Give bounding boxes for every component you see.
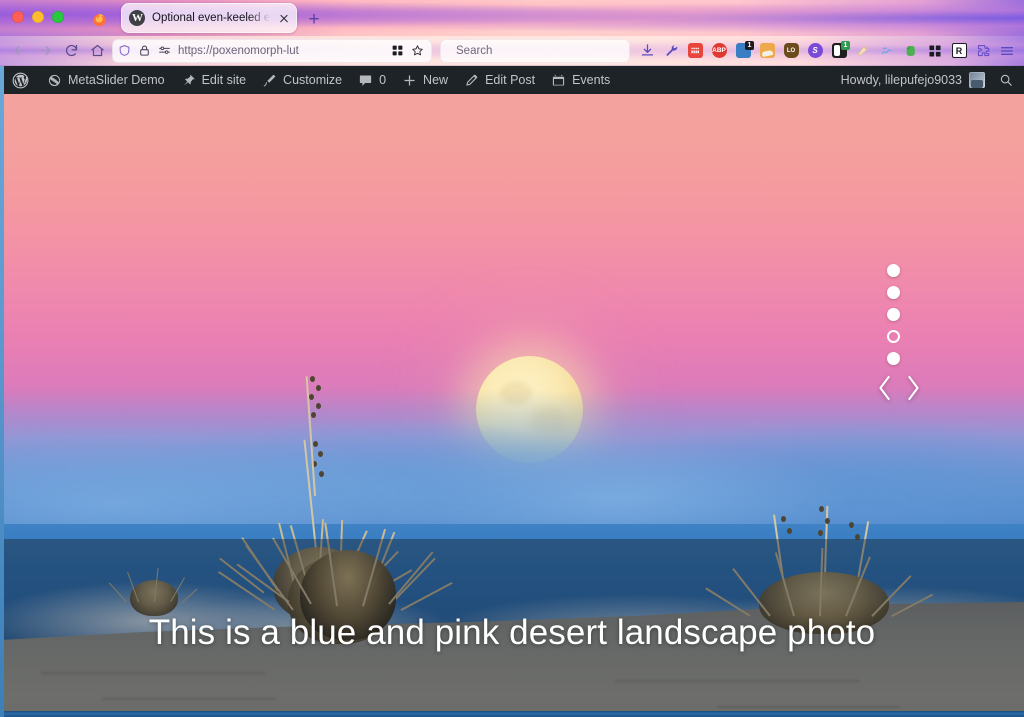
wordpress-admin-bar: MetaSlider Demo Edit site Customize	[0, 66, 1024, 94]
admin-bar-howdy[interactable]: Howdy, lilepufejo9033	[833, 72, 993, 88]
admin-bar-search-icon[interactable]	[993, 73, 1024, 87]
maximize-window-button[interactable]	[52, 11, 64, 23]
new-tab-button[interactable]: +	[303, 8, 325, 30]
skype-icon[interactable]: S	[804, 40, 826, 62]
back-icon[interactable]	[6, 39, 32, 63]
admin-bar-label: Edit site	[202, 73, 246, 87]
admin-bar-item-new[interactable]: New	[394, 66, 456, 94]
browser-window: W Optional even-keeled encoding +	[0, 0, 1024, 717]
page-left-rail	[0, 66, 4, 717]
slider-dot-3[interactable]	[887, 308, 900, 321]
lastpass-icon[interactable]: LO	[780, 40, 802, 62]
downloads-icon[interactable]	[636, 40, 658, 62]
site-icon	[47, 73, 62, 88]
extension-badge: 1	[841, 41, 850, 50]
close-tab-icon[interactable]	[277, 11, 291, 25]
slider-dot-2[interactable]	[887, 286, 900, 299]
comment-icon	[358, 73, 373, 88]
howdy-label: Howdy, lilepufejo9033	[841, 73, 962, 87]
minimize-window-button[interactable]	[32, 11, 44, 23]
admin-bar-item-customize[interactable]: Customize	[254, 66, 350, 94]
bookmark-star-icon[interactable]	[411, 44, 426, 57]
extensions-toolbar: ABP 1 LO S 1	[636, 40, 1018, 62]
admin-bar-left-group: MetaSlider Demo Edit site Customize	[39, 66, 618, 94]
firefox-logo-icon	[88, 8, 110, 30]
tab-strip: W Optional even-keeled encoding +	[0, 0, 1024, 36]
extension-badge: 1	[745, 41, 754, 50]
slider-dot-5[interactable]	[887, 352, 900, 365]
slider-arrows	[874, 372, 924, 409]
reload-icon[interactable]	[58, 39, 84, 63]
firefox-view-grid-icon[interactable]	[391, 44, 406, 57]
page-viewport: MetaSlider Demo Edit site Customize	[0, 66, 1024, 717]
admin-bar-item-events[interactable]: Events	[543, 66, 618, 94]
avatar	[969, 72, 985, 88]
next-slide-peek	[0, 711, 1024, 717]
shield-icon[interactable]	[118, 44, 133, 57]
tab-title: Optional even-keeled encoding	[152, 12, 270, 24]
admin-bar-label: MetaSlider Demo	[68, 73, 165, 87]
r-extension-icon[interactable]: R	[948, 40, 970, 62]
plus-icon	[402, 73, 417, 88]
admin-bar-item-edit-post[interactable]: Edit Post	[456, 66, 543, 94]
pin-icon	[181, 73, 196, 88]
slide-caption: This is a blue and pink desert landscape…	[0, 613, 1024, 653]
wordpress-logo-icon[interactable]	[4, 66, 39, 94]
metaslider-stage: This is a blue and pink desert landscape…	[0, 94, 1024, 717]
slider-dot-1[interactable]	[887, 264, 900, 277]
admin-bar-label: Edit Post	[485, 73, 535, 87]
reader-view-icon[interactable]	[158, 44, 173, 57]
calendar-icon	[551, 73, 566, 88]
orange-extension-icon[interactable]	[756, 40, 778, 62]
puzzle-piece-icon[interactable]	[972, 40, 994, 62]
prev-slide-icon[interactable]	[874, 372, 896, 409]
adblock-plus-icon[interactable]: ABP	[708, 40, 730, 62]
red-grid-extension-icon[interactable]	[684, 40, 706, 62]
admin-bar-label: Events	[572, 73, 610, 87]
window-controls	[12, 11, 64, 23]
admin-bar-item-site[interactable]: MetaSlider Demo	[39, 66, 173, 94]
url-text: https://poxenomorph-lut	[178, 45, 386, 57]
url-bar[interactable]: https://poxenomorph-lut	[112, 39, 432, 63]
slide-desert-landscape[interactable]: This is a blue and pink desert landscape…	[0, 94, 1024, 717]
close-window-button[interactable]	[12, 11, 24, 23]
squiggle-extension-icon[interactable]	[876, 40, 898, 62]
brush-icon	[262, 73, 277, 88]
pencil-icon	[464, 73, 479, 88]
cream-extension-icon[interactable]	[852, 40, 874, 62]
next-slide-icon[interactable]	[902, 372, 924, 409]
app-menu-icon[interactable]	[996, 40, 1018, 62]
navigation-toolbar: https://poxenomorph-lut Search	[0, 36, 1024, 66]
slider-pagination-dots	[887, 264, 900, 365]
admin-bar-right-group: Howdy, lilepufejo9033	[833, 72, 1024, 88]
forward-icon[interactable]	[32, 39, 58, 63]
comment-count: 0	[379, 73, 386, 87]
wrench-icon[interactable]	[660, 40, 682, 62]
blue-extension-icon[interactable]: 1	[732, 40, 754, 62]
wordpress-icon: W	[129, 10, 145, 26]
admin-bar-item-edit-site[interactable]: Edit site	[173, 66, 254, 94]
evernote-icon[interactable]	[900, 40, 922, 62]
search-bar[interactable]: Search	[440, 39, 630, 63]
admin-bar-item-comments[interactable]: 0	[350, 66, 394, 94]
tab-active[interactable]: W Optional even-keeled encoding	[121, 3, 297, 33]
extensions-grid-icon[interactable]	[924, 40, 946, 62]
admin-bar-label: New	[423, 73, 448, 87]
slider-dot-4[interactable]	[887, 330, 900, 343]
lock-icon[interactable]	[138, 44, 153, 57]
search-placeholder: Search	[456, 45, 492, 57]
green-extension-icon[interactable]: 1	[828, 40, 850, 62]
home-icon[interactable]	[84, 39, 110, 63]
admin-bar-label: Customize	[283, 73, 342, 87]
